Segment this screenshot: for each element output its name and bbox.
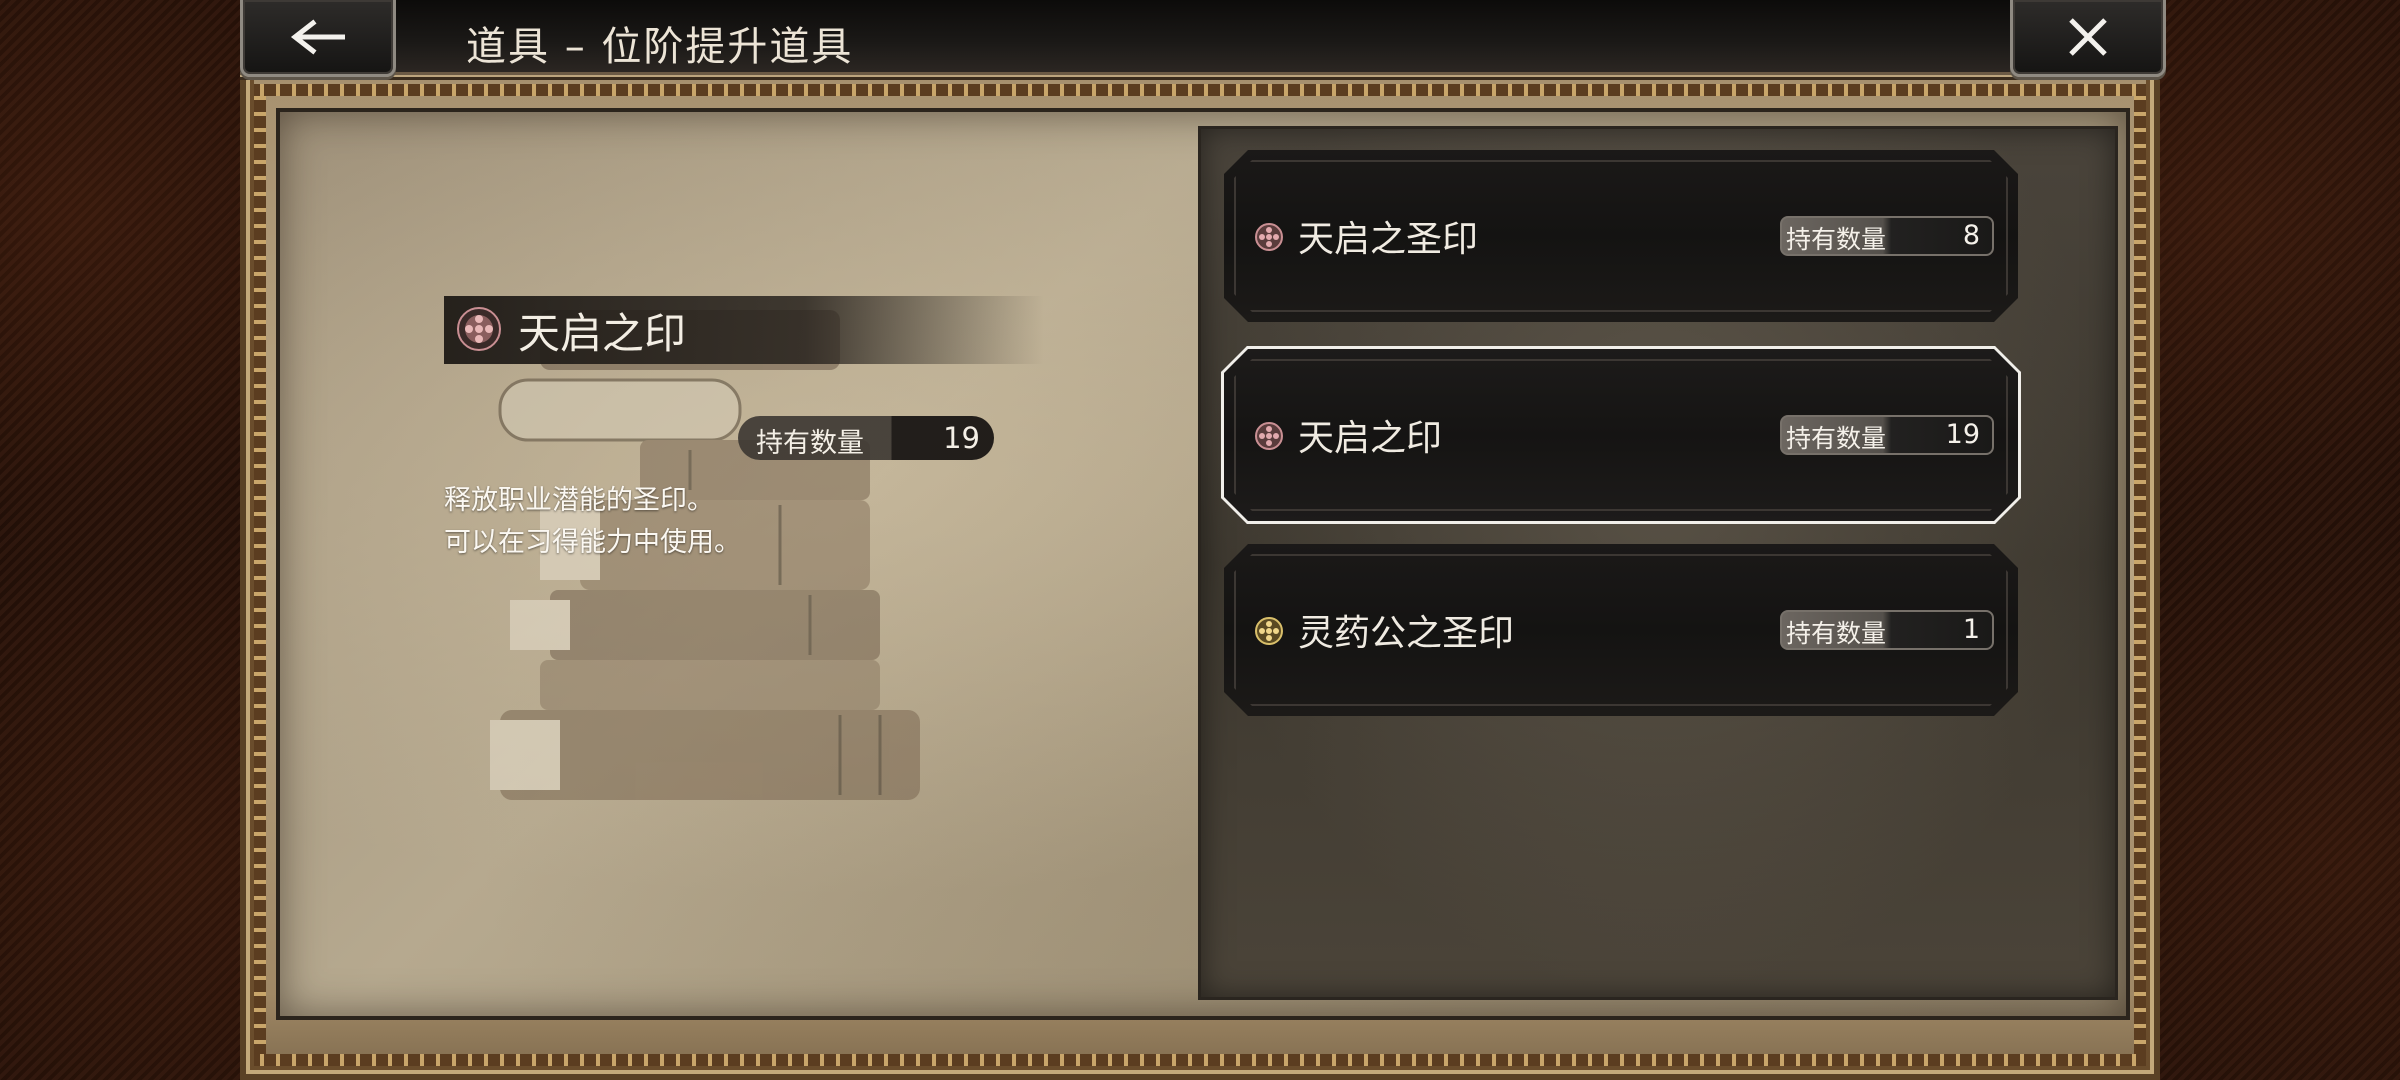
detail-description: 释放职业潜能的圣印。 可以在习得能力中使用。 [444, 480, 741, 564]
detail-item-name: 天启之印 [518, 309, 687, 358]
item-name: 天启之印 [1298, 418, 1443, 459]
left-background [0, 0, 240, 1080]
seal-icon [456, 306, 502, 352]
page-title: 道具 – 位阶提升道具 [466, 24, 854, 70]
seal-icon [1254, 421, 1284, 451]
list-item-selected[interactable]: 天启之印 持有数量 19 [1224, 349, 2018, 521]
close-icon [2065, 14, 2111, 60]
arrow-left-icon [283, 17, 353, 57]
quantity-value: 8 [1962, 220, 1980, 251]
quantity-box: 持有数量 8 [1780, 216, 1994, 256]
list-item[interactable]: 天启之圣印 持有数量 8 [1224, 150, 2018, 322]
list-item[interactable]: 灵药公之圣印 持有数量 1 [1224, 544, 2018, 716]
right-background [2160, 0, 2400, 1080]
detail-quantity-value: 19 [943, 421, 980, 455]
close-button[interactable] [2010, 0, 2166, 77]
back-button[interactable] [240, 0, 396, 77]
description-line-2: 可以在习得能力中使用。 [444, 527, 741, 558]
detail-quantity-badge: 持有数量 19 [738, 416, 994, 460]
quantity-box: 持有数量 1 [1780, 610, 1994, 650]
header-bar: 道具 – 位阶提升道具 [240, 0, 2160, 75]
seal-icon [1254, 616, 1284, 646]
item-name: 灵药公之圣印 [1298, 613, 1515, 654]
detail-quantity-label: 持有数量 [756, 428, 864, 459]
quantity-label: 持有数量 [1786, 619, 1887, 648]
quantity-label: 持有数量 [1786, 225, 1887, 254]
quantity-label: 持有数量 [1786, 424, 1887, 453]
item-name: 天启之圣印 [1298, 219, 1479, 260]
quantity-value: 1 [1962, 614, 1980, 645]
quantity-box: 持有数量 19 [1780, 415, 1994, 455]
seal-icon [1254, 222, 1284, 252]
description-line-1: 释放职业潜能的圣印。 [444, 485, 714, 516]
quantity-value: 19 [1945, 419, 1980, 450]
